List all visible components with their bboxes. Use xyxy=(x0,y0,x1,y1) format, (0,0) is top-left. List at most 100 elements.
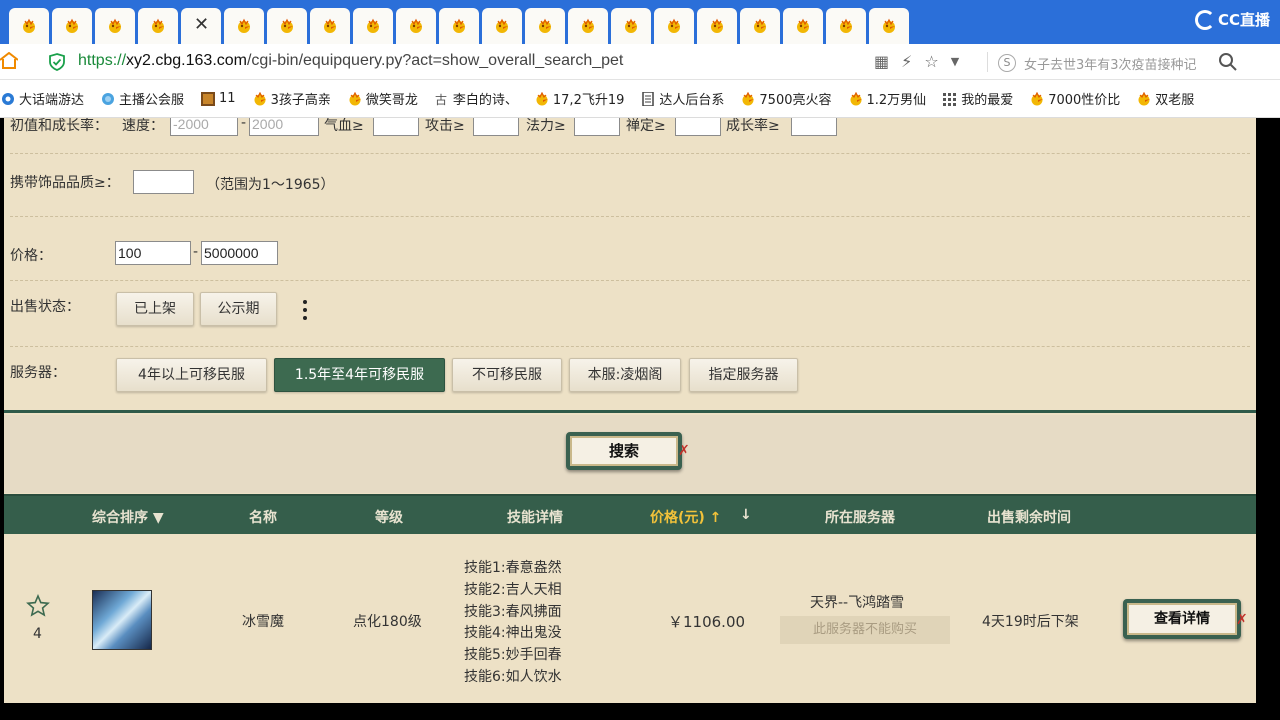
tab[interactable] xyxy=(826,8,866,44)
tab[interactable] xyxy=(697,8,737,44)
search-icon[interactable] xyxy=(1218,52,1238,72)
pet-server: 天界--飞鸿踏雪 xyxy=(810,595,905,611)
bookmark-item[interactable]: 主播公会服 xyxy=(100,89,184,108)
tab[interactable] xyxy=(138,8,178,44)
skill-item: 技能3:春风拂面 xyxy=(464,603,562,620)
bolt-icon[interactable]: ⚡ xyxy=(901,52,912,72)
bookmark-item[interactable]: 大话端游达 xyxy=(0,89,84,108)
price-sort-down-icon[interactable]: ↓ xyxy=(740,507,752,523)
price-min-input[interactable]: 100 xyxy=(115,241,191,265)
bookmark-item[interactable]: 古李白的诗、 xyxy=(434,89,518,109)
bookmark-item[interactable]: 1.2万男仙 xyxy=(848,89,927,108)
bookmark-label: 1.2万男仙 xyxy=(866,93,927,108)
server-1-5-to-4yr-button[interactable]: 1.5年至4年可移民服 xyxy=(274,358,445,392)
game-favicon-icon xyxy=(281,18,293,33)
bookmark-item[interactable]: 11 xyxy=(200,91,236,106)
apps-grid-icon xyxy=(942,92,958,106)
tab[interactable] xyxy=(439,8,479,44)
bookmark-item[interactable]: 双老服 xyxy=(1136,89,1194,108)
server-4yr-plus-button[interactable]: 4年以上可移民服 xyxy=(116,358,267,392)
tab[interactable] xyxy=(267,8,307,44)
tab[interactable] xyxy=(396,8,436,44)
status-listed-button[interactable]: 已上架 xyxy=(116,292,194,326)
game-favicon-icon xyxy=(152,18,164,33)
accessory-input[interactable] xyxy=(133,170,194,194)
dropdown-icon[interactable]: ▼ xyxy=(951,52,959,72)
divider-line xyxy=(10,346,1250,347)
growth-rate-label: 成长率≥ xyxy=(726,118,780,134)
close-tab-icon[interactable]: ✕ xyxy=(194,14,209,35)
tab[interactable] xyxy=(224,8,264,44)
game-favicon-icon xyxy=(625,18,637,33)
tab[interactable] xyxy=(482,8,522,44)
address-tools: ▦ ⚡ ☆ ▼ xyxy=(874,52,959,72)
tab[interactable] xyxy=(611,8,651,44)
tab[interactable] xyxy=(9,8,49,44)
attack-input[interactable] xyxy=(473,118,519,136)
bookmark-item[interactable]: 达人后台系 xyxy=(640,89,724,108)
bookmark-label: 我的最爱 xyxy=(961,93,1014,108)
url-protocol: https:// xyxy=(78,52,127,69)
game-favicon-icon xyxy=(797,18,809,33)
tab[interactable] xyxy=(52,8,92,44)
skill-item: 技能5:妙手回春 xyxy=(464,647,562,664)
focus-input[interactable] xyxy=(675,118,721,136)
tab[interactable] xyxy=(353,8,393,44)
bookmark-item[interactable]: 微笑哥龙 xyxy=(347,89,418,108)
bookmark-item[interactable]: 3孩子高亲 xyxy=(252,89,331,108)
sort-composite-header[interactable]: 综合排序 ▼ xyxy=(92,507,164,527)
bookmark-item[interactable]: 7000性价比 xyxy=(1029,89,1120,108)
grid-icon[interactable]: ▦ xyxy=(874,52,889,72)
server-header: 所在服务器 xyxy=(825,510,895,526)
tab[interactable] xyxy=(310,8,350,44)
tab-active[interactable]: ✕ xyxy=(181,8,221,44)
accessory-label: 携带饰品品质≥： xyxy=(10,175,120,191)
server-current-button[interactable]: 本服:凌烟阁 xyxy=(569,358,681,392)
status-public-button[interactable]: 公示期 xyxy=(200,292,277,326)
speed-min-input[interactable]: -2000 xyxy=(170,118,238,136)
favorite-star-icon[interactable] xyxy=(26,594,50,618)
url-field[interactable]: https://xy2.cbg.163.com/cgi-bin/equipque… xyxy=(78,52,623,70)
tab[interactable] xyxy=(654,8,694,44)
more-vertical-icon[interactable] xyxy=(303,300,309,324)
speed-max-input[interactable]: 2000 xyxy=(249,118,319,136)
text-gu-icon: 古 xyxy=(434,92,450,106)
mana-input[interactable] xyxy=(574,118,620,136)
view-details-button[interactable]: 查看详情 xyxy=(1123,599,1241,639)
price-sort-up-icon[interactable]: ↑ xyxy=(710,510,722,526)
price-header[interactable]: 价格(元) ↑ xyxy=(650,507,721,527)
skill-item: 技能4:神出鬼没 xyxy=(464,625,562,642)
price-max-input[interactable]: 5000000 xyxy=(201,241,278,265)
star-icon[interactable]: ☆ xyxy=(924,52,938,72)
browser-search-box[interactable]: S 女子去世3年有3次疫苗接种记 xyxy=(998,52,1238,74)
tab[interactable] xyxy=(740,8,780,44)
bottom-edge xyxy=(0,703,1280,720)
tab[interactable] xyxy=(783,8,823,44)
tab[interactable] xyxy=(869,8,909,44)
chick-icon xyxy=(740,91,756,106)
level-header: 等级 xyxy=(375,510,403,526)
pet-price: ￥1106.00 xyxy=(668,613,746,631)
bookmark-item[interactable]: 17,2飞升19 xyxy=(534,89,624,108)
game-favicon-icon xyxy=(324,18,336,33)
bookmark-label: 达人后台系 xyxy=(659,93,725,108)
game-favicon-icon xyxy=(238,18,250,33)
home-icon[interactable] xyxy=(0,52,18,70)
tab[interactable] xyxy=(95,8,135,44)
server-specify-button[interactable]: 指定服务器 xyxy=(689,358,798,392)
bookmark-item[interactable]: 我的最爱 xyxy=(942,89,1013,108)
skill-item: 技能2:吉人天相 xyxy=(464,581,562,598)
pet-avatar[interactable] xyxy=(92,590,152,650)
search-button[interactable]: 搜索 xyxy=(566,432,682,470)
game-favicon-icon xyxy=(496,18,508,33)
hp-input[interactable] xyxy=(373,118,419,136)
cc-live-logo: CC直播 xyxy=(1194,9,1270,30)
server-non-migrate-button[interactable]: 不可移民服 xyxy=(452,358,562,392)
address-bar: https://xy2.cbg.163.com/cgi-bin/equipque… xyxy=(0,44,1280,80)
tab[interactable] xyxy=(568,8,608,44)
tab[interactable] xyxy=(525,8,565,44)
secure-shield-icon[interactable] xyxy=(48,53,66,71)
growth-rate-input[interactable] xyxy=(791,118,837,136)
cc-logo-text: CC直播 xyxy=(1217,11,1270,29)
bookmark-item[interactable]: 7500亮火容 xyxy=(740,89,832,108)
